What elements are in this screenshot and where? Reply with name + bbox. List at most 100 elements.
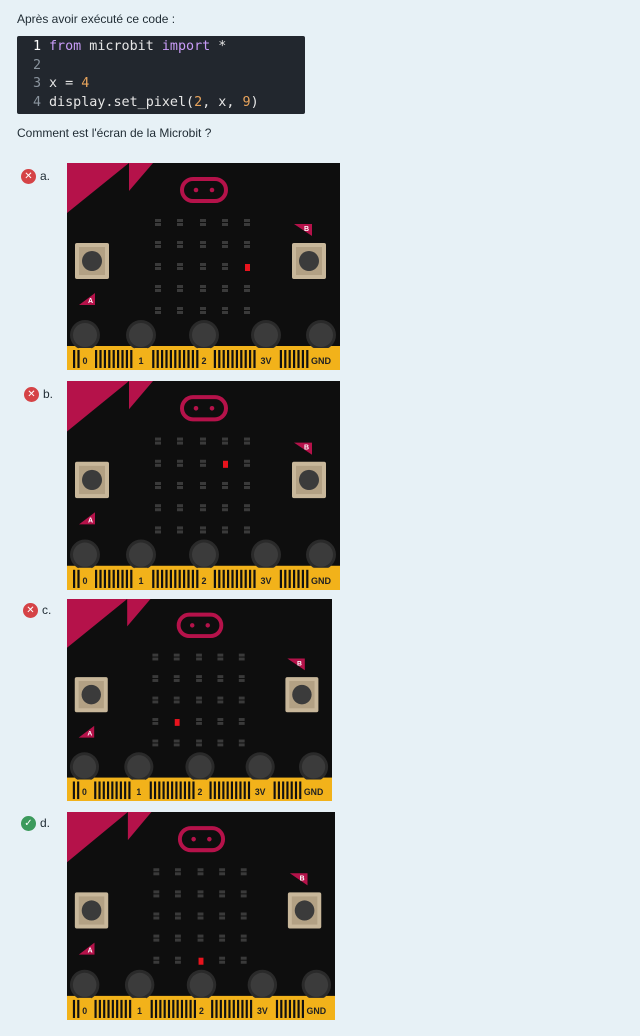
pin-pad: [189, 972, 214, 997]
led-segment: [244, 504, 250, 508]
led-segment: [155, 245, 161, 248]
led-segment: [217, 718, 224, 721]
led-lit: [198, 957, 204, 965]
connector-finger: [171, 781, 174, 800]
connector-finger: [77, 569, 80, 588]
led-segment: [173, 657, 180, 661]
led-segment: [222, 481, 228, 485]
connector-finger: [124, 781, 127, 800]
connector-finger: [178, 569, 181, 588]
led-segment: [200, 307, 206, 310]
led-segment: [244, 526, 250, 530]
led-segment: [174, 890, 181, 894]
microbit-image[interactable]: A B 0 1 2 3V GND: [67, 381, 340, 590]
led-segment: [177, 307, 183, 310]
led-segment: [155, 223, 161, 226]
connector-finger: [284, 569, 287, 588]
pin-pad: [254, 542, 278, 567]
pin-pad: [72, 972, 97, 997]
led-segment: [240, 872, 247, 876]
button-a-label: A: [87, 731, 92, 738]
led-segment: [155, 241, 161, 244]
connector-finger: [231, 350, 234, 368]
led-segment: [219, 912, 226, 916]
microbit-board: A B 0 1 2 3V GND: [67, 599, 332, 801]
led-segment: [177, 219, 183, 222]
led-segment: [244, 245, 250, 248]
logo-dot: [193, 187, 199, 193]
connector-finger: [169, 569, 172, 588]
connector-finger: [275, 999, 279, 1018]
connector-finger: [103, 569, 106, 588]
connector-finger: [94, 999, 97, 1018]
led-segment: [174, 916, 181, 920]
led-segment: [196, 721, 202, 725]
led-segment: [200, 441, 206, 445]
led-segment: [244, 486, 250, 490]
question-text: Comment est l'écran de la Microbit ?: [17, 126, 212, 140]
connector-finger: [244, 350, 247, 368]
connector-finger: [111, 999, 114, 1018]
led-segment: [196, 696, 202, 700]
connector-finger: [111, 781, 114, 800]
led-segment: [244, 441, 250, 445]
pin-label: 1: [137, 1006, 142, 1016]
pin-pad: [248, 755, 272, 779]
led-segment: [177, 285, 183, 288]
connector-finger: [73, 569, 76, 588]
option-label: a.: [40, 169, 51, 183]
led-segment: [173, 675, 180, 679]
led-segment: [200, 481, 206, 485]
connector-finger: [98, 781, 101, 800]
led-segment: [240, 912, 247, 916]
led-segment: [152, 679, 159, 682]
connector-finger: [253, 569, 256, 588]
led-segment: [222, 307, 228, 310]
led-segment: [197, 916, 204, 920]
led-segment: [200, 530, 206, 534]
led-segment: [152, 653, 159, 657]
connector-finger: [161, 350, 164, 368]
microbit-image[interactable]: A B 0 1 2 3V GND: [67, 812, 335, 1020]
led-segment: [240, 890, 247, 894]
connector-finger: [294, 781, 298, 800]
logo-dot: [191, 836, 196, 842]
button-a-label: A: [88, 517, 93, 524]
connector-finger: [167, 999, 171, 1018]
led-segment: [200, 285, 206, 288]
led-segment: [177, 486, 183, 490]
led-segment: [153, 894, 160, 898]
connector-finger: [237, 999, 240, 1018]
led-segment: [217, 700, 224, 704]
microbit-image[interactable]: A B 0 1 2 3V GND: [67, 599, 332, 801]
pin-pad: [309, 542, 333, 567]
button-a-label: A: [88, 948, 93, 955]
connector-finger: [239, 781, 242, 800]
led-segment: [240, 938, 247, 942]
led-segment: [197, 872, 204, 876]
led-segment: [174, 868, 181, 872]
led-segment: [153, 916, 160, 920]
led-segment: [244, 530, 250, 534]
connector-finger: [191, 350, 194, 368]
button-cap: [299, 469, 319, 491]
led-segment: [174, 894, 181, 898]
connector-finger: [121, 569, 124, 588]
led-segment: [222, 289, 228, 292]
led-segment: [222, 263, 228, 266]
button-a: [74, 892, 109, 929]
led-segment: [177, 311, 183, 314]
connector-finger: [152, 350, 155, 368]
button-b-label: B: [304, 226, 309, 233]
led-segment: [177, 530, 183, 534]
led-segment: [153, 960, 160, 964]
microbit-image[interactable]: A B 0 1 2 3V GND: [67, 163, 340, 370]
led-segment: [222, 437, 228, 441]
incorrect-icon: ✕: [21, 169, 36, 184]
led-segment: [177, 245, 183, 248]
led-segment: [155, 289, 161, 292]
led-segment: [177, 504, 183, 508]
led-segment: [217, 679, 224, 682]
led-segment: [153, 956, 160, 960]
connector-finger: [128, 781, 131, 800]
